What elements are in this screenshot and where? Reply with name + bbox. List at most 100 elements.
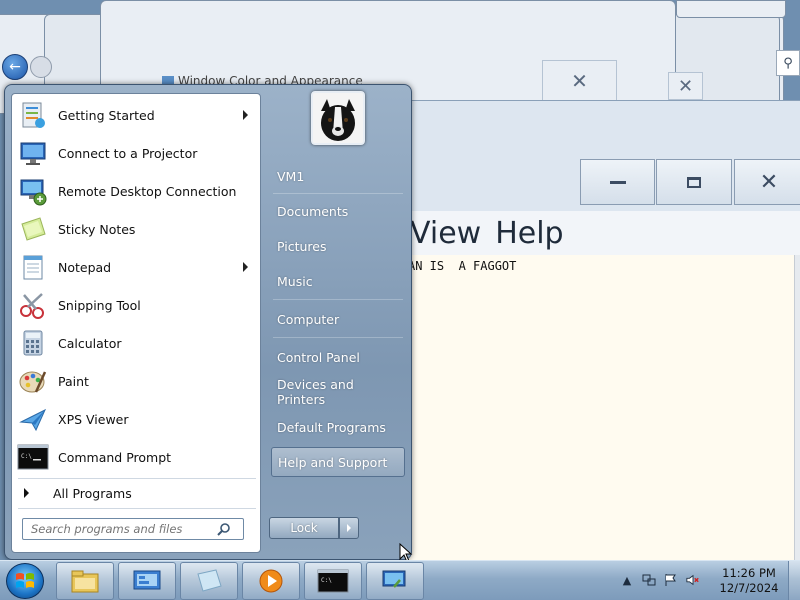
sticky-notes-icon [197, 569, 222, 592]
right-item-devices-printers[interactable]: Devices and Printers [271, 377, 405, 407]
maximize-button[interactable] [656, 159, 732, 205]
program-getting-started[interactable]: Getting Started [12, 96, 260, 134]
all-programs-button[interactable]: All Programs [12, 480, 260, 506]
program-connect-projector[interactable]: Connect to a Projector [12, 134, 260, 172]
shutdown-options-button[interactable] [339, 517, 359, 539]
right-item-vm1[interactable]: VM1 [271, 161, 405, 191]
command-prompt-icon: C:\ [317, 569, 349, 593]
program-sticky-notes[interactable]: Sticky Notes [12, 210, 260, 248]
taskbar-remote-desktop-button[interactable] [366, 562, 424, 600]
system-tray: ▲ [620, 573, 700, 587]
right-item-pictures[interactable]: Pictures [271, 231, 405, 261]
menu-help[interactable]: Help [495, 216, 563, 251]
right-item-help-support[interactable]: Help and Support [271, 447, 405, 477]
projector-icon [16, 136, 50, 170]
remote-desktop-icon [382, 570, 406, 588]
close-icon: ✕ [677, 75, 694, 97]
notepad-icon [16, 250, 50, 284]
start-button[interactable] [6, 563, 44, 599]
media-player-icon [259, 569, 283, 593]
notepad-scrollbar[interactable] [794, 255, 800, 563]
program-label: Paint [58, 373, 89, 389]
program-command-prompt[interactable]: C:\ Command Prompt [12, 438, 260, 476]
taskbar-explorer-button[interactable] [56, 562, 114, 600]
scissors-icon [16, 288, 50, 322]
right-item-documents[interactable]: Documents [271, 196, 405, 226]
program-label: Remote Desktop Connection [58, 183, 237, 199]
control-panel-icon [133, 570, 161, 590]
submenu-arrow-icon[interactable] [243, 262, 248, 272]
taskbar-media-player-button[interactable] [242, 562, 300, 600]
svg-text:C:\: C:\ [321, 577, 332, 584]
background-close-button-2[interactable]: ✕ [668, 72, 703, 100]
right-item-music[interactable]: Music [271, 266, 405, 296]
maximize-icon [687, 176, 701, 188]
program-label: Getting Started [58, 107, 155, 123]
program-label: Sticky Notes [58, 221, 136, 237]
start-programs-pane: Getting Started Connect to a Projector R… [11, 93, 261, 553]
back-button[interactable]: ← [2, 54, 28, 80]
minimize-button[interactable] [580, 159, 655, 205]
close-icon: ✕ [571, 69, 588, 93]
program-label: Calculator [58, 335, 122, 351]
search-separator [18, 508, 256, 509]
right-item-computer[interactable]: Computer [271, 304, 405, 334]
calculator-icon [16, 326, 50, 360]
search-input[interactable] [23, 520, 213, 538]
action-center-flag-icon[interactable] [664, 573, 678, 587]
notepad-text-area[interactable]: AN IS A FAGGOT [400, 255, 794, 563]
close-button[interactable]: ✕ [734, 159, 800, 205]
search-icon[interactable] [213, 519, 235, 539]
program-xps-viewer[interactable]: XPS Viewer [12, 400, 260, 438]
search-icon[interactable]: ⚲ [776, 50, 800, 76]
menu-view[interactable]: View [410, 216, 481, 251]
sticky-notes-icon [16, 212, 50, 246]
start-menu: Getting Started Connect to a Projector R… [4, 84, 413, 563]
right-item-control-panel[interactable]: Control Panel [271, 342, 405, 372]
windows-explorer-icon [71, 570, 99, 593]
taskbar-control-panel-button[interactable] [118, 562, 176, 600]
background-window-4 [676, 0, 786, 18]
remote-desktop-icon [16, 174, 50, 208]
taskbar-sticky-notes-button[interactable] [180, 562, 238, 600]
start-search-box[interactable] [22, 518, 244, 540]
chevron-right-icon [347, 524, 351, 532]
program-snipping-tool[interactable]: Snipping Tool [12, 286, 260, 324]
program-notepad[interactable]: Notepad [12, 248, 260, 286]
right-separator [273, 299, 403, 300]
programs-separator [18, 478, 256, 479]
user-picture[interactable] [311, 91, 365, 145]
paint-palette-icon [16, 364, 50, 398]
notepad-menubar: View Help [400, 211, 800, 255]
right-item-default-programs[interactable]: Default Programs [271, 412, 405, 442]
taskbar-clock[interactable]: 11:26 PM 12/7/2024 [712, 566, 786, 596]
right-separator [273, 193, 403, 194]
show-desktop-button[interactable] [788, 561, 800, 600]
show-hidden-icons-button[interactable]: ▲ [620, 573, 634, 587]
all-programs-label: All Programs [53, 485, 132, 501]
clock-time: 11:26 PM [722, 566, 776, 580]
clock-date: 12/7/2024 [719, 581, 779, 595]
program-label: XPS Viewer [58, 411, 129, 427]
network-icon[interactable] [642, 573, 656, 587]
program-label: Command Prompt [58, 449, 172, 465]
command-prompt-icon: C:\ [16, 440, 50, 474]
all-programs-arrow-icon [24, 488, 29, 498]
xps-viewer-icon [16, 402, 50, 436]
lock-button[interactable]: Lock [269, 517, 339, 539]
getting-started-icon [16, 98, 50, 132]
volume-muted-icon[interactable] [686, 573, 700, 587]
notepad-window: ✕ View Help AN IS A FAGGOT [400, 100, 800, 563]
program-remote-desktop[interactable]: Remote Desktop Connection [12, 172, 260, 210]
svg-text:C:\: C:\ [21, 453, 32, 460]
program-paint[interactable]: Paint [12, 362, 260, 400]
background-close-button[interactable]: ✕ [542, 60, 617, 102]
taskbar-command-prompt-button[interactable]: C:\ [304, 562, 362, 600]
program-calculator[interactable]: Calculator [12, 324, 260, 362]
submenu-arrow-icon[interactable] [243, 110, 248, 120]
forward-button[interactable] [30, 56, 52, 78]
program-label: Connect to a Projector [58, 145, 198, 161]
windows-logo-icon [16, 573, 34, 588]
minimize-icon [609, 180, 626, 184]
taskbar: C:\ ▲ 11:26 PM 12/7/2024 [0, 560, 800, 600]
